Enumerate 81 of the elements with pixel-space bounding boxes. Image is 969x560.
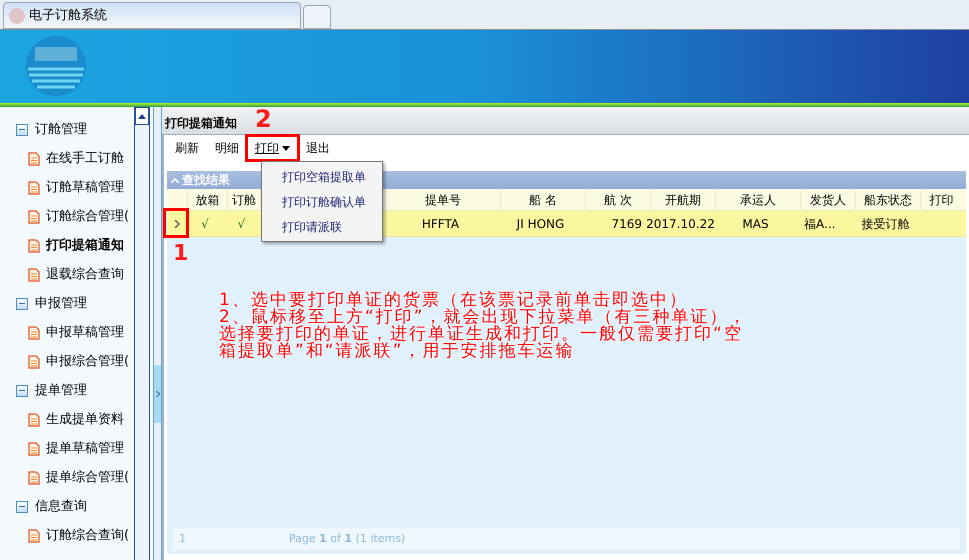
toolbar-button[interactable]: 刷新	[169, 137, 205, 159]
collapse-icon[interactable]	[16, 298, 28, 310]
document-icon	[28, 268, 40, 282]
scroll-up-button[interactable]	[135, 107, 149, 125]
document-icon	[28, 470, 40, 484]
document-icon	[28, 152, 40, 166]
row-pointer-icon	[174, 220, 180, 228]
scrollbar[interactable]	[134, 107, 150, 560]
table-cell-text: JI HONG	[516, 216, 564, 232]
instruction-note: 2、鼠标移至上方“打印”，就会出现下拉菜单（有三种单证），选择要打印的单证，进行单证生成和打印。一般仅需要打印“空箱提取单”和“请派联”，用于安排拖车运输	[219, 309, 748, 360]
annotation-box	[163, 208, 189, 238]
results-title: 查找结果	[182, 172, 230, 189]
pager-page: 1	[178, 530, 187, 547]
collapse-up-icon	[171, 178, 179, 182]
column-header[interactable]: 订舱	[227, 189, 260, 210]
tree-item[interactable]: 生成提单资料	[16, 405, 134, 434]
column-header[interactable]: 开航期	[650, 189, 715, 210]
tree-item[interactable]: 提单草稿管理	[16, 434, 134, 463]
group-label: 订舱管理	[35, 120, 87, 139]
column-header[interactable]: 放箱	[187, 189, 227, 210]
tree-item[interactable]: 申报草稿管理	[16, 318, 134, 347]
document-icon	[28, 354, 40, 368]
instruction-note: 1、选中要打印单证的货票（在该票记录前单击即选中）	[219, 292, 689, 309]
toolbar-button[interactable]: 退出	[300, 137, 336, 159]
column-header[interactable]: 发货人	[800, 189, 855, 210]
table-cell-text: MAS	[742, 216, 769, 232]
tree-item[interactable]: 订舱综合管理(	[16, 202, 134, 231]
menu-item[interactable]: 打印空箱提取单	[262, 164, 382, 189]
document-icon	[28, 442, 40, 456]
group-label: 信息查询	[35, 498, 87, 516]
tree-item[interactable]: 打印提箱通知	[16, 231, 134, 260]
group-label: 申报管理	[35, 294, 87, 313]
table-cell-text: HFFTA	[422, 216, 460, 232]
tree-item[interactable]: 在线手工订舱	[16, 144, 134, 173]
tree-item[interactable]: 提单综合管理(	[16, 463, 134, 492]
column-header[interactable]: 承运人	[715, 189, 800, 210]
collapse-icon[interactable]	[16, 500, 28, 512]
pager-status: Page 1 of 1 (1 items)	[289, 530, 406, 547]
document-icon	[28, 238, 40, 252]
tree-group[interactable]: 申报管理	[16, 289, 134, 318]
collapse-icon[interactable]	[16, 384, 28, 396]
document-icon	[28, 180, 40, 194]
table-cell-text: √	[201, 216, 209, 232]
column-header[interactable]: 船 名	[500, 189, 585, 210]
tree-group[interactable]: 提单管理	[16, 376, 134, 405]
table-cell-text: 2017.10.22	[646, 216, 715, 232]
table-cell-text: √	[238, 216, 246, 232]
document-icon	[28, 210, 40, 224]
splitter-handle[interactable]	[154, 364, 161, 422]
table-cell-text: 福A...	[804, 216, 836, 232]
tree-item[interactable]: 订舱综合查询(	[16, 521, 134, 550]
panel-title: 打印提箱通知	[165, 114, 237, 132]
toolbar-button[interactable]: 明细	[209, 137, 245, 159]
document-icon	[28, 326, 40, 340]
column-header[interactable]: 打印	[920, 189, 962, 210]
tree-item[interactable]: 退载综合查询	[16, 260, 134, 289]
group-label: 提单管理	[35, 382, 87, 400]
logo-icon	[25, 35, 87, 97]
table-cell-text: 7169	[611, 216, 642, 232]
chevron-right-icon	[156, 390, 160, 396]
table-cell-text: 接受订舱	[862, 216, 910, 232]
menu-item[interactable]: 打印请派联	[262, 214, 382, 239]
annotation-number: 1	[173, 243, 188, 265]
print-dropdown-button[interactable]: 打印	[249, 137, 296, 159]
document-icon	[28, 528, 40, 542]
tree-group[interactable]: 信息查询	[16, 492, 134, 521]
column-header[interactable]: 船东状态	[855, 189, 920, 210]
column-header[interactable]: 提单号	[385, 189, 500, 210]
caret-icon	[282, 146, 290, 150]
tree-group[interactable]: 订舱管理	[16, 115, 134, 144]
document-icon	[28, 412, 40, 426]
page-icon	[9, 8, 25, 24]
browser-tab[interactable]: 电子订舱系统	[3, 2, 301, 29]
annotation-number: 2	[255, 107, 272, 131]
menu-item[interactable]: 打印订舱确认单	[262, 189, 382, 214]
tree-item[interactable]: 申报综合管理(	[16, 347, 134, 376]
tree-item[interactable]: 订舱草稿管理	[16, 173, 134, 202]
column-header[interactable]: 航 次	[585, 189, 650, 210]
tab-title: 电子订舱系统	[29, 6, 107, 25]
up-arrow-icon	[138, 114, 146, 118]
collapse-icon[interactable]	[16, 124, 28, 136]
